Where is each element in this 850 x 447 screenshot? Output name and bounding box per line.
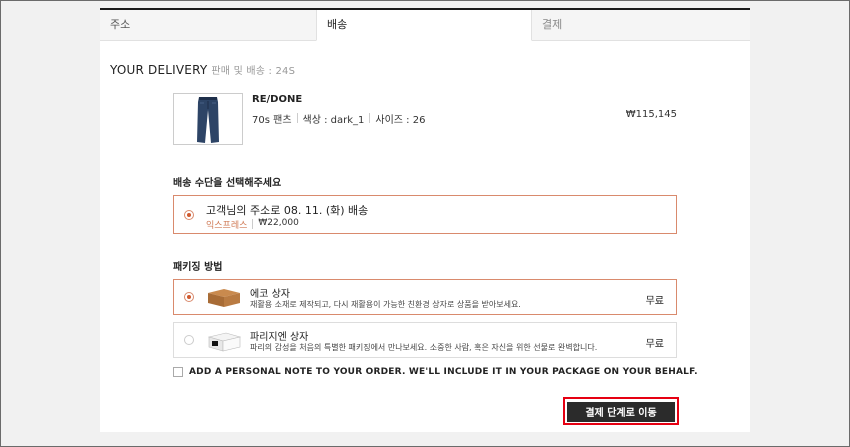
delivery-heading: 배송 수단을 선택해주세요 [173, 178, 282, 189]
tab-payment[interactable]: 결제 [532, 10, 750, 41]
proceed-to-payment-button[interactable]: 결제 단계로 이동 [567, 401, 675, 422]
checkout-steps: 주소 배송 결제 [100, 8, 750, 41]
packaging-radio-eco[interactable] [184, 292, 194, 302]
delivery-option-detail: 익스프레스 ₩22,000 [206, 218, 299, 231]
section-header: YOUR DELIVERY 판매 및 배송 : 24S [110, 62, 295, 77]
kraft-box-icon [208, 289, 240, 307]
packaging-price: 무료 [645, 296, 664, 307]
packaging-name: 파리지엔 상자 [250, 332, 309, 343]
packaging-option-parisian[interactable]: 파리지엔 상자 파리의 감성을 처음의 특별한 패키징에서 만나보세요. 소중한… [173, 322, 677, 358]
product-size: 사이즈 : 26 [375, 115, 426, 126]
section-title: YOUR DELIVERY [110, 63, 208, 77]
product-brand: RE/DONE [252, 94, 303, 105]
checkout-panel: 주소 배송 결제 YOUR DELIVERY 판매 및 배송 : 24S RE/D… [100, 8, 750, 432]
personal-note-label: ADD A PERSONAL NOTE TO YOUR ORDER. WE'LL… [189, 367, 698, 377]
product-details: 70s 팬츠 색상 : dark_1 사이즈 : 26 [252, 111, 425, 126]
packaging-heading: 패키징 방법 [173, 262, 223, 273]
delivery-option-label: 고객님의 주소로 08. 11. (화) 배송 [206, 204, 369, 217]
packaging-radio-parisian[interactable] [184, 335, 194, 345]
product-thumbnail[interactable] [173, 93, 243, 145]
packaging-option-eco[interactable]: 에코 상자 재활용 소재로 제작되고, 다시 재활용이 가능한 친환경 상자로 … [173, 279, 677, 315]
product-name: 70s 팬츠 [252, 115, 292, 126]
delivery-radio[interactable] [184, 210, 194, 220]
packaging-description: 재활용 소재로 제작되고, 다시 재활용이 가능한 친환경 상자로 상품을 받아… [250, 300, 521, 309]
cta-highlight: 결제 단계로 이동 [563, 397, 679, 425]
divider [369, 113, 371, 123]
packaging-price: 무료 [645, 339, 664, 350]
section-subtitle: 판매 및 배송 : 24S [211, 66, 296, 77]
packaging-description: 파리의 감성을 처음의 특별한 패키징에서 만나보세요. 소중한 사람, 혹은 … [250, 343, 598, 352]
white-gift-box-icon [207, 332, 242, 352]
delivery-method: 익스프레스 [206, 221, 248, 231]
divider [296, 113, 298, 123]
personal-note-checkbox[interactable] [173, 367, 183, 377]
tab-delivery[interactable]: 배송 [316, 10, 532, 41]
delivery-option[interactable]: 고객님의 주소로 08. 11. (화) 배송 익스프레스 ₩22,000 [173, 195, 677, 234]
divider [252, 219, 254, 229]
delivery-fee: ₩22,000 [258, 218, 299, 228]
tab-address[interactable]: 주소 [100, 10, 316, 41]
jeans-icon [197, 97, 219, 143]
product-color: 색상 : dark_1 [302, 115, 365, 126]
product-price: ₩115,145 [625, 109, 677, 120]
packaging-name: 에코 상자 [250, 289, 290, 300]
personal-note-row[interactable]: ADD A PERSONAL NOTE TO YOUR ORDER. WE'LL… [173, 367, 698, 377]
